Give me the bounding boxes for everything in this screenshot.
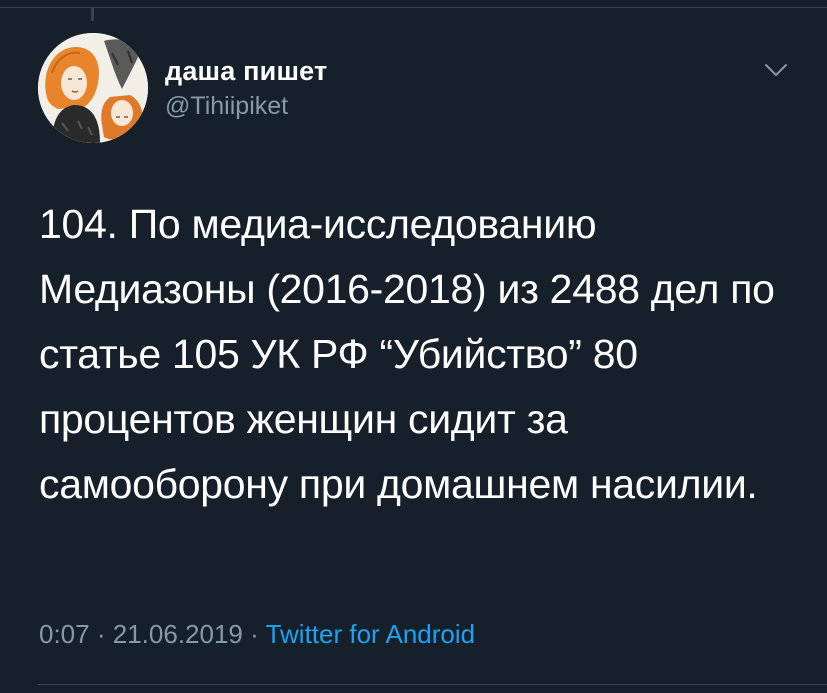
meta-separator: ·	[250, 619, 259, 649]
thread-connector-line	[91, 8, 94, 21]
bottom-divider	[38, 684, 827, 685]
tweet-meta: 0:07 · 21.06.2019 · Twitter for Android	[39, 614, 475, 654]
avatar-drawing-icon	[38, 33, 148, 143]
tweet-date[interactable]: 21.06.2019	[113, 619, 243, 649]
top-divider	[0, 7, 827, 8]
chevron-down-icon[interactable]	[763, 60, 789, 80]
avatar[interactable]	[38, 33, 148, 143]
tweet-source-link[interactable]: Twitter for Android	[266, 619, 476, 649]
meta-separator: ·	[96, 619, 106, 649]
author-display-name[interactable]: даша пишет	[165, 56, 327, 86]
author-handle[interactable]: @Tihiipiket	[165, 91, 288, 121]
tweet-time[interactable]: 0:07	[39, 619, 90, 649]
tweet-text: 104. По медиа-исследованию Медиазоны (20…	[39, 201, 775, 507]
tweet-card: даша пишет @Tihiipiket 104. По медиа-исс…	[0, 0, 827, 693]
